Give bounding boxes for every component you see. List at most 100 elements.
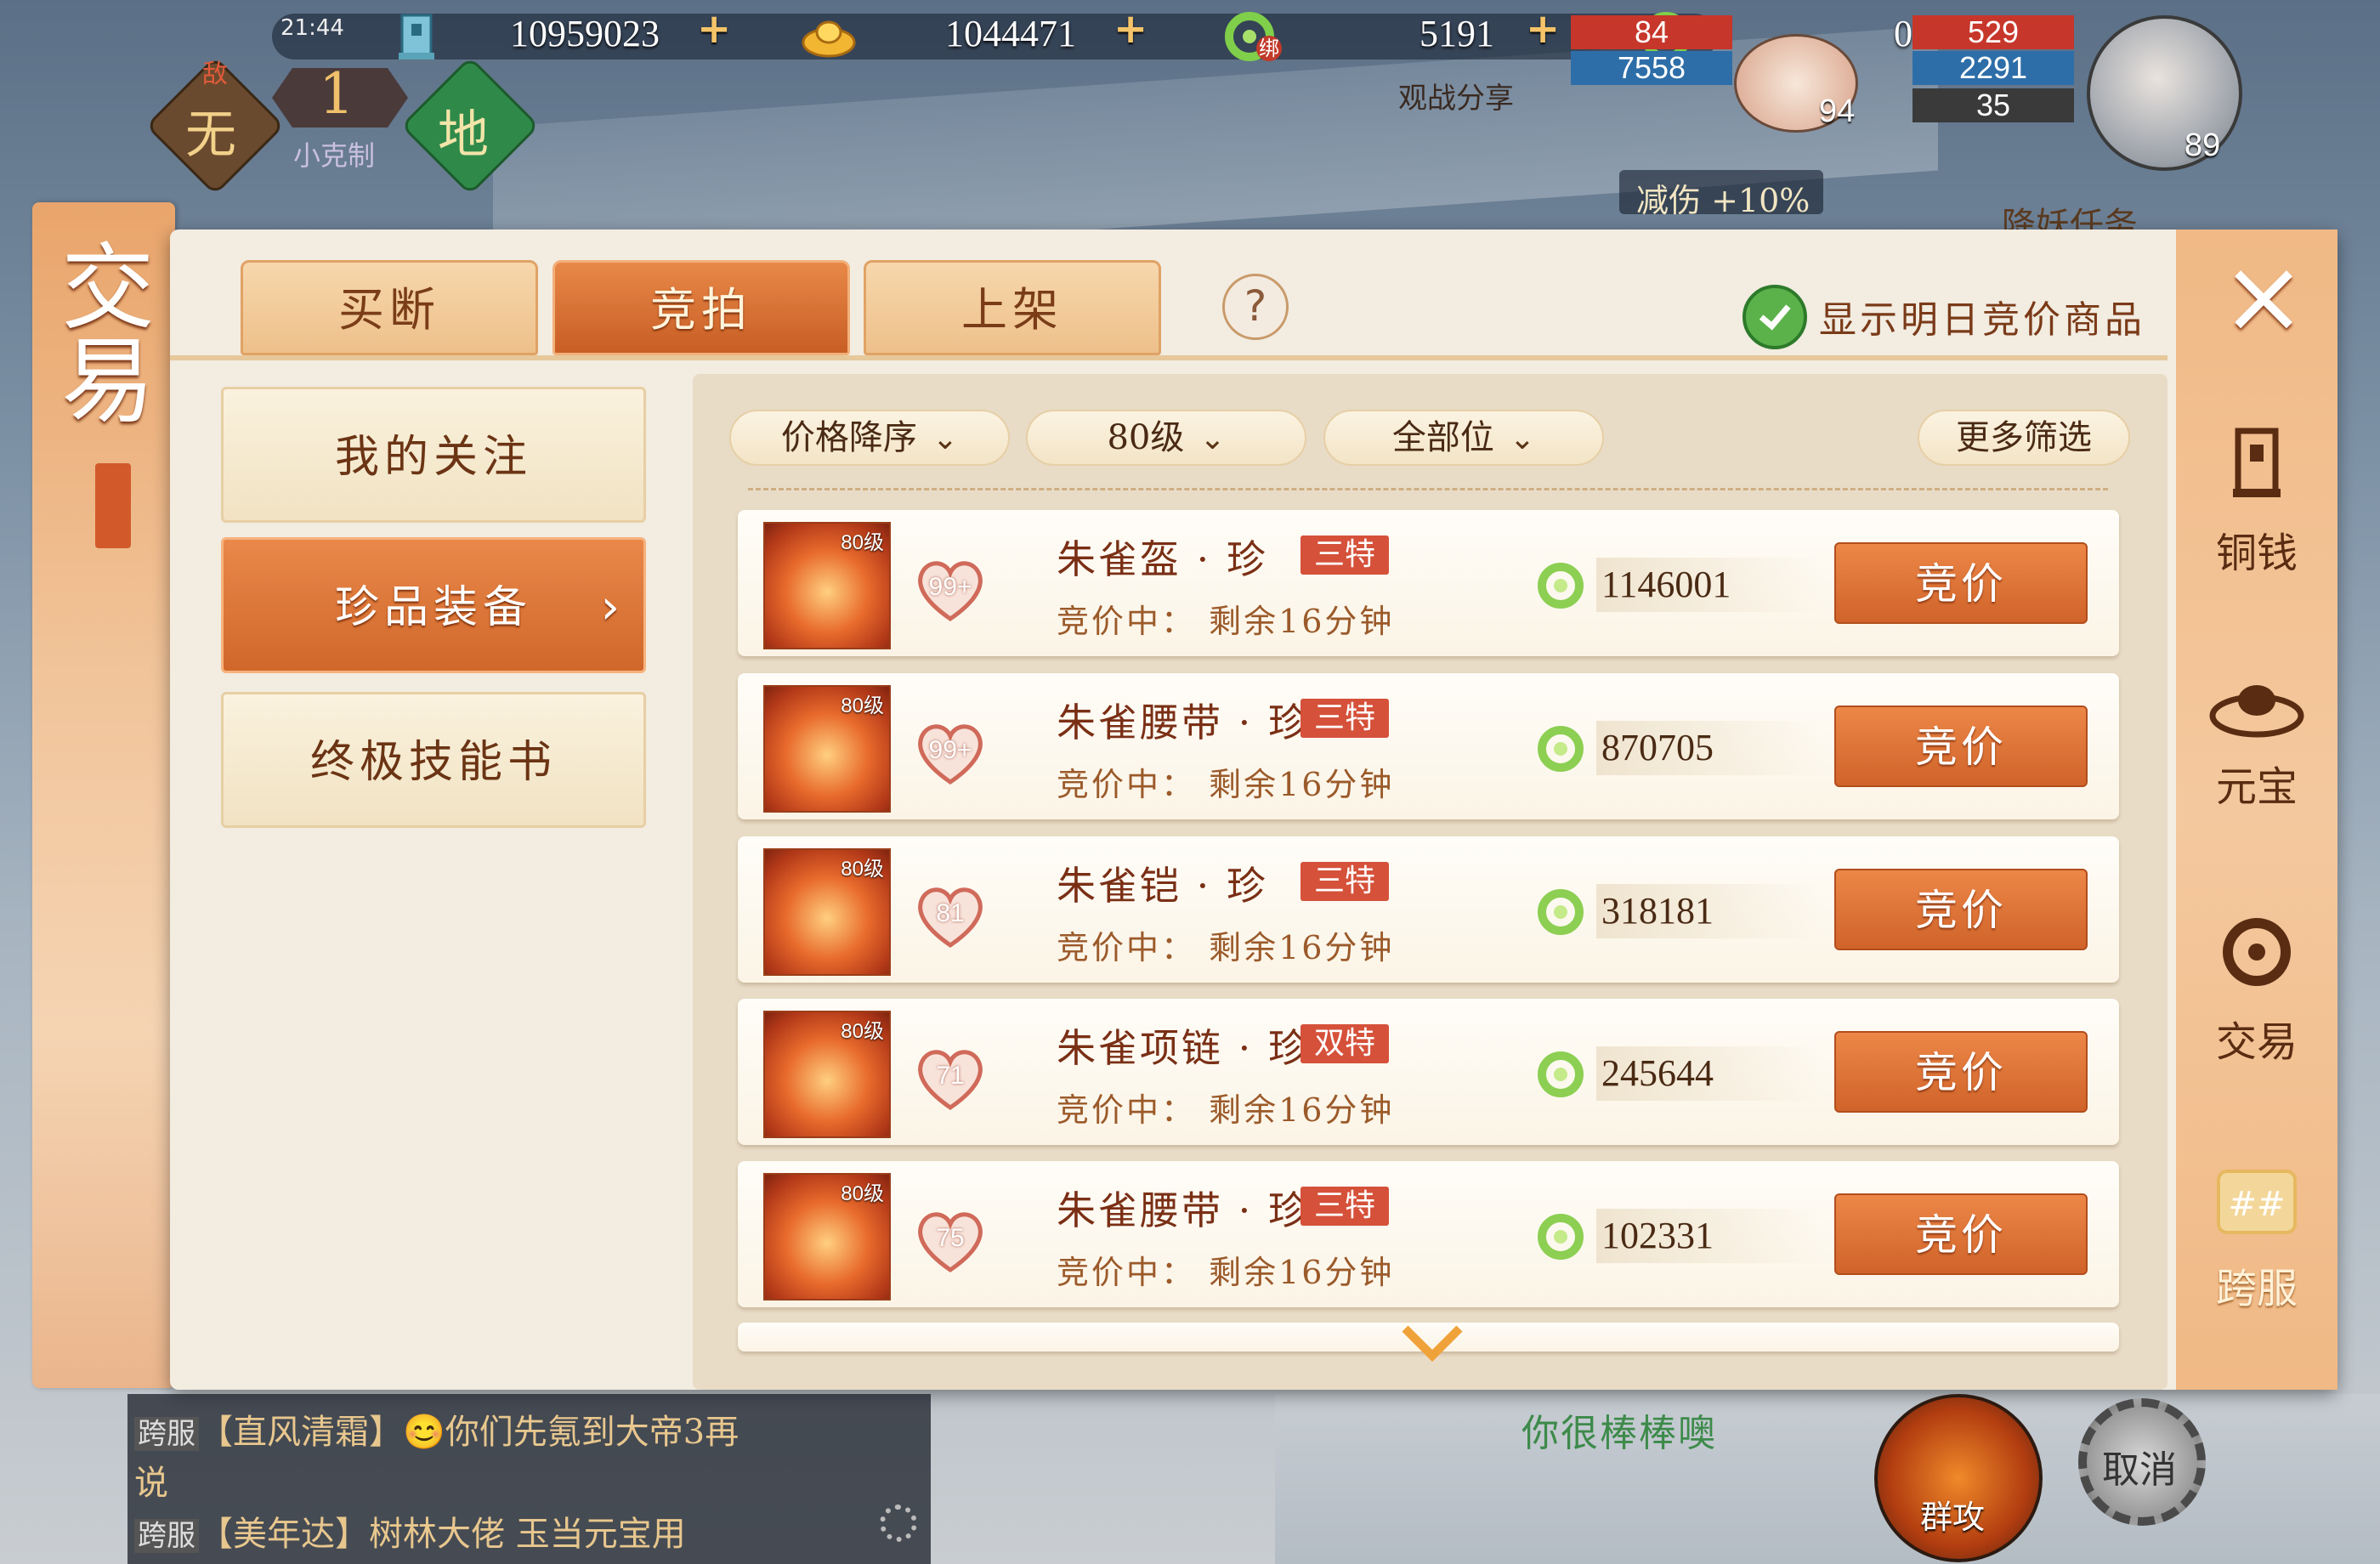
item-name: 朱雀项链 · 珍	[1057, 1025, 1310, 1071]
sidebar-item-rare-equipment[interactable]: 珍品装备 ›	[221, 537, 646, 673]
show-tomorrow-checkbox[interactable]	[1742, 285, 1807, 349]
rail-ingot[interactable]: 元宝	[2189, 672, 2325, 813]
chevron-down-icon	[1402, 1325, 1463, 1363]
item-price: 245644	[1596, 1046, 1822, 1101]
item-level: 80级	[841, 858, 884, 881]
ingot-icon	[802, 20, 856, 58]
level-dropdown[interactable]: 80级 ⌄	[1026, 410, 1306, 466]
rail-trade[interactable]: 交易	[2189, 910, 2325, 1068]
chat-text: 说	[134, 1464, 168, 1503]
bid-button[interactable]: 竞价	[1834, 542, 2088, 624]
chevron-down-icon: ⌄	[1199, 422, 1226, 456]
list-item[interactable]: 80级 71 朱雀项链 · 珍双特 竞价中： 剩余16分钟 245644 竞价	[738, 999, 2119, 1145]
like-count: 99+	[928, 573, 972, 601]
copper-coin-icon	[399, 14, 434, 60]
copper-amount: 10959023	[510, 13, 660, 54]
hero-level: 89	[2184, 128, 2221, 163]
sort-dropdown[interactable]: 价格降序 ⌄	[729, 410, 1010, 466]
help-button[interactable]: ?	[1222, 274, 1289, 340]
chat-channel-tag: 跨服	[134, 1417, 199, 1451]
sidebar-item-label: 珍品装备	[334, 582, 532, 633]
rail-copper[interactable]: 铜钱	[2189, 421, 2325, 579]
damage-buff-text: 减伤 +10%	[1636, 182, 1810, 219]
restraint-caption: 小克制	[293, 139, 376, 172]
cross-server-icon: ##	[2217, 1170, 2297, 1234]
jade-icon	[1538, 889, 1584, 935]
show-tomorrow-label[interactable]: 显示明日竞价商品	[1819, 289, 2145, 343]
item-status: 竞价中： 剩余16分钟	[1057, 1091, 1395, 1129]
help-icon: ?	[1244, 281, 1267, 331]
self-element-text: 地	[438, 105, 489, 165]
item-quality-tag: 三特	[1300, 1187, 1389, 1226]
enemy-element-text: 无	[185, 105, 236, 165]
bid-button[interactable]: 竞价	[1834, 1031, 2088, 1113]
list-item[interactable]: 80级 75 朱雀腰带 · 珍三特 竞价中： 剩余16分钟 102331 竞价	[738, 1161, 2119, 1307]
tab-buyout[interactable]: 买断	[241, 260, 538, 355]
chat-line: 跨服 【直风清霜】😊你们先氪到大帝3再	[134, 1404, 739, 1454]
svg-text:##: ##	[2228, 1185, 2285, 1224]
sidebar-item-ultimate-skill-books[interactable]: 终极技能书	[221, 692, 646, 828]
chat-channel-tag: 跨服	[134, 1519, 199, 1553]
pet-level: 94	[1819, 94, 1856, 129]
item-icon[interactable]: 80级	[763, 1011, 891, 1138]
item-level: 80级	[841, 531, 884, 554]
pet-mp-bar: 7558	[1571, 51, 1732, 85]
chat-panel[interactable]: 跨服 【直风清霜】😊你们先氪到大帝3再 说 跨服 【美年达】树林大佬 玉当元宝用	[128, 1394, 931, 1564]
enemy-label: 敌	[202, 60, 228, 89]
list-item[interactable]: 80级 81 朱雀铠 · 珍三特 竞价中： 剩余16分钟 318181 竞价	[738, 836, 2119, 983]
rail-trade-label: 交易	[2215, 1018, 2298, 1066]
jade-icon	[1538, 1051, 1584, 1097]
item-name: 朱雀腰带 · 珍	[1057, 700, 1310, 745]
item-icon[interactable]: 80级	[763, 848, 891, 976]
like-count: 99+	[928, 736, 972, 764]
item-quality-tag: 三特	[1300, 699, 1389, 738]
jade-add-button[interactable]: +	[1526, 8, 1560, 49]
like-count: 75	[936, 1224, 965, 1252]
item-quality-tag: 三特	[1300, 536, 1389, 575]
chat-settings-icon[interactable]	[880, 1504, 917, 1542]
item-name: 朱雀铠 · 珍	[1057, 863, 1268, 909]
ingot-amount: 1044471	[945, 13, 1076, 54]
pet-hp-bar: 84	[1571, 15, 1732, 49]
chat-line: 跨服 【美年达】树林大佬 玉当元宝用	[134, 1506, 686, 1556]
item-icon[interactable]: 80级	[763, 1173, 891, 1300]
cancel-button[interactable]: 取消	[2078, 1398, 2206, 1526]
tab-underline	[170, 355, 2168, 360]
scroll-down-indicator[interactable]	[1398, 1322, 1466, 1364]
tab-listing[interactable]: 上架	[864, 260, 1161, 355]
chat-text: 【美年达】树林大佬 玉当元宝用	[199, 1515, 686, 1554]
bid-button[interactable]: 竞价	[1834, 706, 2088, 787]
ingot-add-button[interactable]: +	[1114, 8, 1148, 49]
item-name: 朱雀腰带 · 珍	[1057, 1187, 1310, 1233]
level-label: 80级	[1107, 418, 1185, 457]
tab-auction[interactable]: 竞拍	[552, 260, 850, 355]
bid-button[interactable]: 竞价	[1834, 1193, 2088, 1275]
jade-bound-tag: 绑	[1256, 36, 1282, 61]
item-icon[interactable]: 80级	[763, 685, 891, 813]
spectate-share-label[interactable]: 观战分享	[1398, 75, 1514, 116]
list-item[interactable]: 80级 99+ 朱雀腰带 · 珍三特 竞价中： 剩余16分钟 870705 竞价	[738, 673, 2119, 819]
copper-add-button[interactable]: +	[697, 8, 731, 49]
item-price: 1146001	[1596, 558, 1822, 612]
chat-text: 【直风清霜】😊你们先氪到大帝3再	[199, 1413, 740, 1452]
hero-rage-bar: 35	[1912, 88, 2074, 122]
item-name: 朱雀盔 · 珍	[1057, 536, 1268, 582]
jade-amount: 5191	[1420, 13, 1494, 54]
item-status: 竞价中： 剩余16分钟	[1057, 1254, 1395, 1291]
bid-button[interactable]: 竞价	[1834, 869, 2088, 950]
jade-icon	[1538, 726, 1584, 772]
check-icon	[1759, 304, 1791, 331]
ingot-icon	[2209, 685, 2304, 738]
more-filters-button[interactable]: 更多筛选	[1918, 410, 2130, 466]
wifi-icon	[293, 20, 315, 37]
item-quality-tag: 双特	[1300, 1024, 1389, 1063]
item-icon[interactable]: 80级	[763, 522, 891, 649]
group-attack-label: 群攻	[1920, 1499, 1986, 1536]
list-item[interactable]: 80级 99+ 朱雀盔 · 珍三特 竞价中： 剩余16分钟 1146001 竞价	[738, 510, 2119, 656]
rail-cross-server[interactable]: ## 跨服	[2189, 1164, 2325, 1314]
close-button[interactable]: ×	[2217, 246, 2310, 348]
slot-dropdown[interactable]: 全部位 ⌄	[1323, 410, 1604, 466]
group-attack-button[interactable]: 群攻	[1874, 1394, 2043, 1562]
praise-text: 你很棒棒噢	[1522, 1412, 1717, 1455]
sidebar-item-watchlist[interactable]: 我的关注	[221, 387, 646, 523]
